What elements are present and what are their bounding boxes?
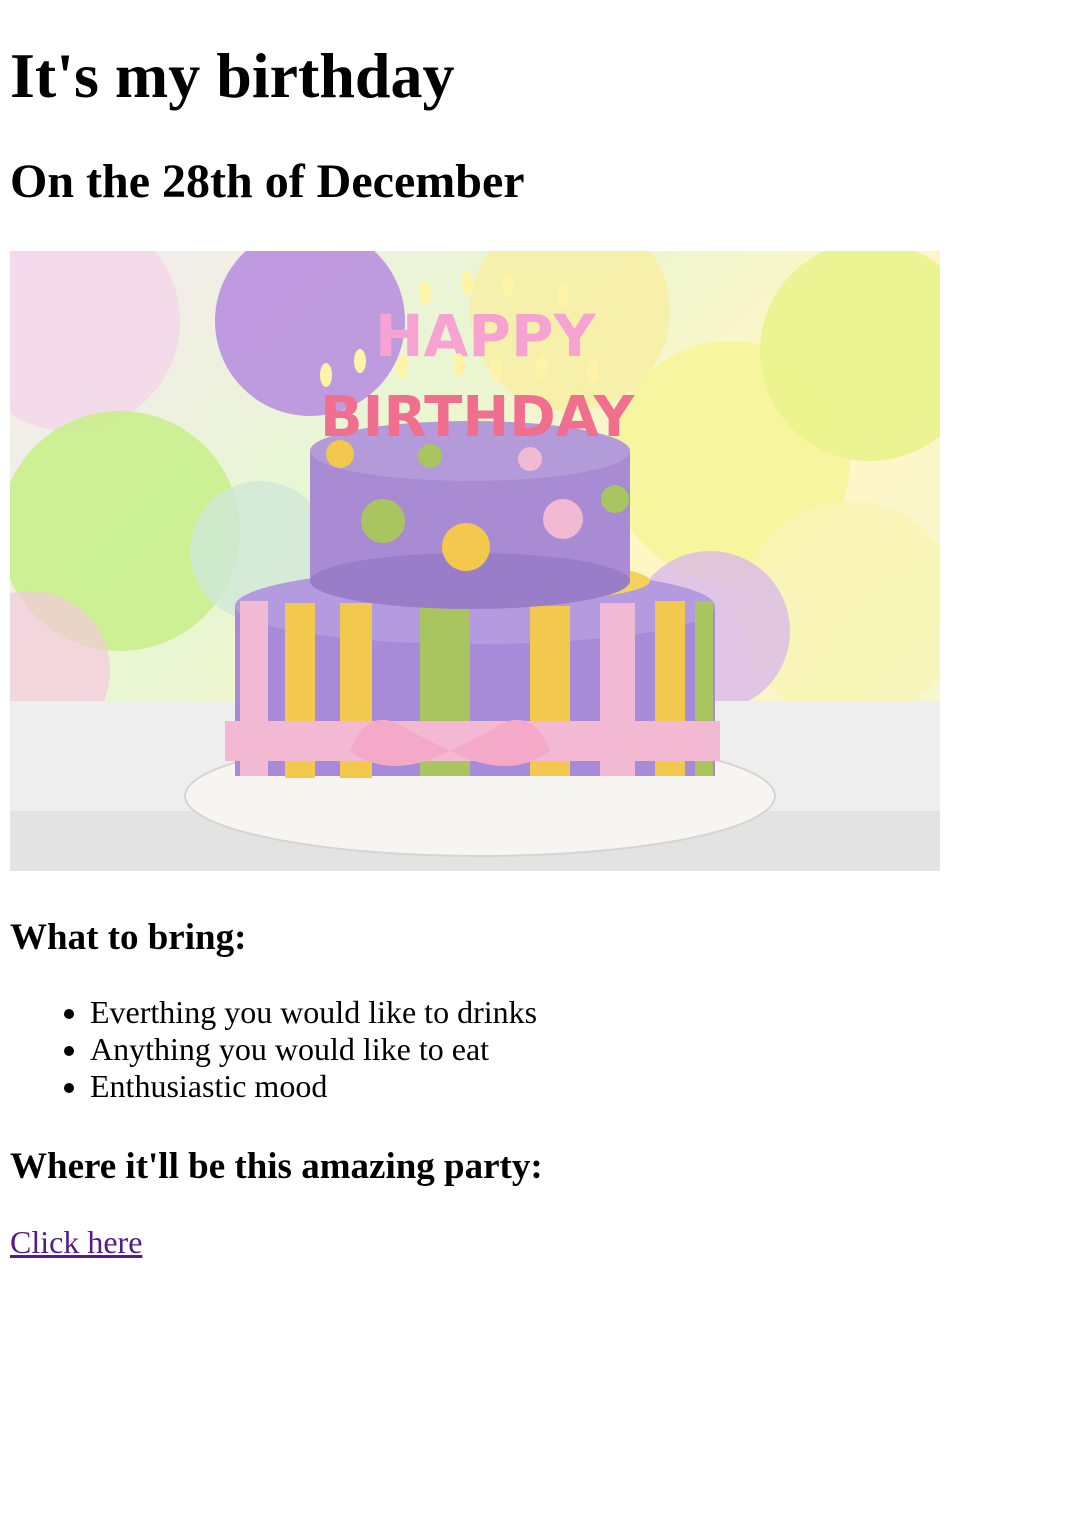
cake-illustration: HAPPY BIRTHDAY: [10, 251, 940, 871]
page-title: It's my birthday: [10, 40, 455, 111]
candle-text-birthday: BIRTHDAY: [320, 385, 636, 450]
page-subtitle: On the 28th of December: [10, 155, 525, 208]
birthday-cake-image: HAPPY BIRTHDAY: [10, 251, 940, 871]
bring-heading: What to bring:: [10, 917, 247, 958]
candle-text-happy: HAPPY: [375, 302, 596, 370]
list-item: Everthing you would like to drinks: [90, 994, 537, 1031]
bring-list: Everthing you would like to drinks Anyth…: [10, 994, 537, 1105]
list-item: Enthusiastic mood: [90, 1068, 537, 1105]
location-heading: Where it'll be this amazing party:: [10, 1146, 543, 1187]
list-item: Anything you would like to eat: [90, 1031, 537, 1068]
location-link[interactable]: Click here: [10, 1224, 142, 1261]
